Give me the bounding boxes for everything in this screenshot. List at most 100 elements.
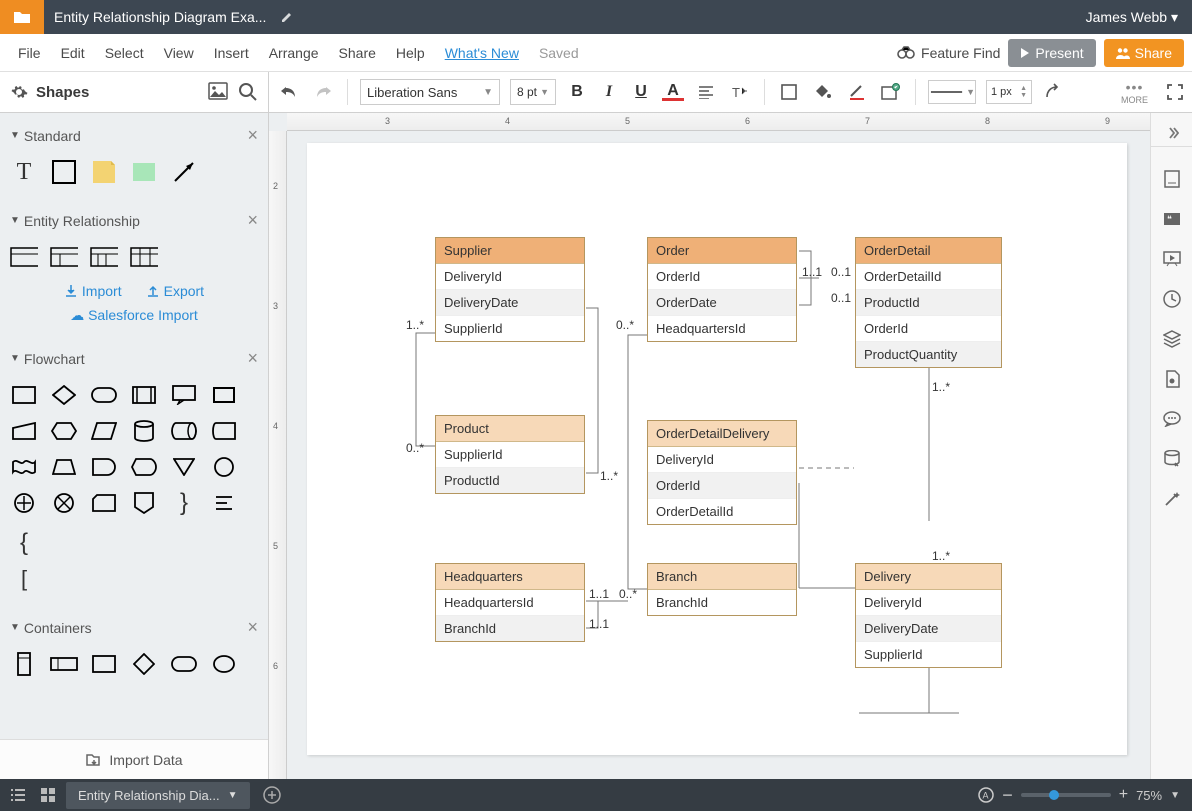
menu-file[interactable]: File bbox=[8, 45, 51, 61]
section-standard[interactable]: ▼ Standard × bbox=[10, 121, 258, 154]
fc-callout[interactable] bbox=[170, 381, 198, 409]
ct-3[interactable] bbox=[90, 650, 118, 678]
fc-note[interactable] bbox=[210, 489, 238, 517]
chat-icon[interactable] bbox=[1160, 407, 1184, 431]
import-link[interactable]: Import bbox=[64, 283, 122, 299]
er-shape-4[interactable] bbox=[130, 243, 158, 271]
section-containers[interactable]: ▼ Containers × bbox=[10, 613, 258, 646]
er-shape-1[interactable] bbox=[10, 243, 38, 271]
entity-order[interactable]: Order OrderId OrderDate HeadquartersId bbox=[647, 237, 797, 342]
search-icon[interactable] bbox=[238, 82, 258, 102]
layers-icon[interactable] bbox=[1160, 327, 1184, 351]
page-icon[interactable] bbox=[1160, 167, 1184, 191]
fc-data[interactable] bbox=[90, 417, 118, 445]
fc-rect[interactable] bbox=[10, 381, 38, 409]
present-button[interactable]: Present bbox=[1008, 39, 1095, 67]
page[interactable]: 1..* 0..* 1..* 0..* 1..1 0..1 0..1 1..* … bbox=[307, 143, 1127, 755]
canvas[interactable]: 1..* 0..* 1..* 0..* 1..1 0..1 0..1 1..* … bbox=[287, 131, 1150, 779]
more-button[interactable]: ••• MORE bbox=[1121, 79, 1148, 105]
auto-zoom-icon[interactable]: A bbox=[978, 787, 994, 803]
fc-brace-l[interactable]: { bbox=[10, 529, 38, 557]
menu-arrange[interactable]: Arrange bbox=[259, 45, 329, 61]
magic-icon[interactable] bbox=[1160, 487, 1184, 511]
redo-icon[interactable] bbox=[311, 80, 335, 104]
er-shape-2[interactable] bbox=[50, 243, 78, 271]
fullscreen-icon[interactable] bbox=[1166, 83, 1184, 101]
export-link[interactable]: Export bbox=[146, 283, 204, 299]
align-button[interactable] bbox=[694, 80, 718, 104]
block-shape[interactable] bbox=[130, 158, 158, 186]
whats-new-link[interactable]: What's New bbox=[435, 45, 529, 61]
entity-product[interactable]: Product SupplierId ProductId bbox=[435, 415, 585, 494]
text-options-button[interactable]: T bbox=[728, 80, 752, 104]
fc-delay[interactable] bbox=[90, 453, 118, 481]
close-icon[interactable]: × bbox=[247, 210, 258, 231]
comment-icon[interactable]: ❝ bbox=[1160, 207, 1184, 231]
fc-database[interactable] bbox=[130, 417, 158, 445]
fc-bracket[interactable]: [ bbox=[10, 565, 38, 593]
fc-stored[interactable] bbox=[210, 417, 238, 445]
salesforce-import-link[interactable]: ☁ Salesforce Import bbox=[10, 303, 258, 328]
list-view-icon[interactable] bbox=[0, 788, 30, 802]
entity-orderdetail[interactable]: OrderDetail OrderDetailId ProductId Orde… bbox=[855, 237, 1002, 368]
edit-title-icon[interactable] bbox=[280, 10, 294, 24]
entity-headquarters[interactable]: Headquarters HeadquartersId BranchId bbox=[435, 563, 585, 642]
history-icon[interactable] bbox=[1160, 287, 1184, 311]
zoom-slider[interactable] bbox=[1021, 793, 1111, 797]
font-size-select[interactable]: 8 pt▼ bbox=[510, 79, 556, 105]
shape-options-button[interactable] bbox=[879, 80, 903, 104]
zoom-in-icon[interactable]: + bbox=[1119, 786, 1128, 804]
folder-icon[interactable] bbox=[0, 0, 44, 34]
fc-tape[interactable] bbox=[10, 453, 38, 481]
menu-select[interactable]: Select bbox=[95, 45, 154, 61]
line-arrow-button[interactable] bbox=[1042, 80, 1066, 104]
note-shape[interactable] bbox=[90, 158, 118, 186]
menu-share[interactable]: Share bbox=[329, 45, 386, 61]
ct-5[interactable] bbox=[170, 650, 198, 678]
section-flowchart[interactable]: ▼ Flowchart × bbox=[10, 344, 258, 377]
import-data-button[interactable]: Import Data bbox=[0, 739, 268, 779]
font-select[interactable]: Liberation Sans▼ bbox=[360, 79, 500, 105]
share-button[interactable]: Share bbox=[1104, 39, 1184, 67]
text-color-button[interactable]: A bbox=[662, 84, 684, 101]
menu-view[interactable]: View bbox=[154, 45, 204, 61]
data-icon[interactable] bbox=[1160, 367, 1184, 391]
fc-sum[interactable] bbox=[10, 489, 38, 517]
close-icon[interactable]: × bbox=[247, 348, 258, 369]
fc-manual[interactable] bbox=[10, 417, 38, 445]
menu-help[interactable]: Help bbox=[386, 45, 435, 61]
user-menu[interactable]: James Webb ▾ bbox=[1072, 9, 1192, 26]
section-er[interactable]: ▼ Entity Relationship × bbox=[10, 206, 258, 239]
fc-offpage[interactable] bbox=[130, 489, 158, 517]
fc-connector[interactable] bbox=[210, 453, 238, 481]
text-shape[interactable]: T bbox=[10, 158, 38, 186]
ct-4[interactable] bbox=[130, 650, 158, 678]
fc-predef[interactable] bbox=[130, 381, 158, 409]
close-icon[interactable]: × bbox=[247, 125, 258, 146]
bold-button[interactable]: B bbox=[566, 83, 588, 101]
fc-diamond[interactable] bbox=[50, 381, 78, 409]
menu-insert[interactable]: Insert bbox=[204, 45, 259, 61]
collapse-panel-icon[interactable] bbox=[1151, 119, 1192, 147]
fc-hex[interactable] bbox=[50, 417, 78, 445]
page-tab[interactable]: Entity Relationship Dia... ▼ bbox=[66, 782, 250, 809]
shape-outline-button[interactable] bbox=[777, 80, 801, 104]
db-icon[interactable] bbox=[1160, 447, 1184, 471]
ct-6[interactable] bbox=[210, 650, 238, 678]
presentation-icon[interactable] bbox=[1160, 247, 1184, 271]
line-width-select[interactable]: 1 px▲▼ bbox=[986, 80, 1032, 104]
fc-brace-r[interactable]: } bbox=[170, 489, 198, 517]
fc-display[interactable] bbox=[130, 453, 158, 481]
close-icon[interactable]: × bbox=[247, 617, 258, 638]
line-style-select[interactable]: ▼ bbox=[928, 80, 976, 104]
fc-direct[interactable] bbox=[170, 417, 198, 445]
fc-trap[interactable] bbox=[50, 453, 78, 481]
menu-edit[interactable]: Edit bbox=[51, 45, 95, 61]
underline-button[interactable]: U bbox=[630, 83, 652, 101]
ct-1[interactable] bbox=[10, 650, 38, 678]
image-icon[interactable] bbox=[208, 82, 228, 102]
fc-internal[interactable] bbox=[210, 381, 238, 409]
gear-icon[interactable] bbox=[10, 83, 28, 101]
add-page-icon[interactable] bbox=[258, 786, 286, 804]
zoom-out-icon[interactable]: − bbox=[1002, 785, 1013, 806]
